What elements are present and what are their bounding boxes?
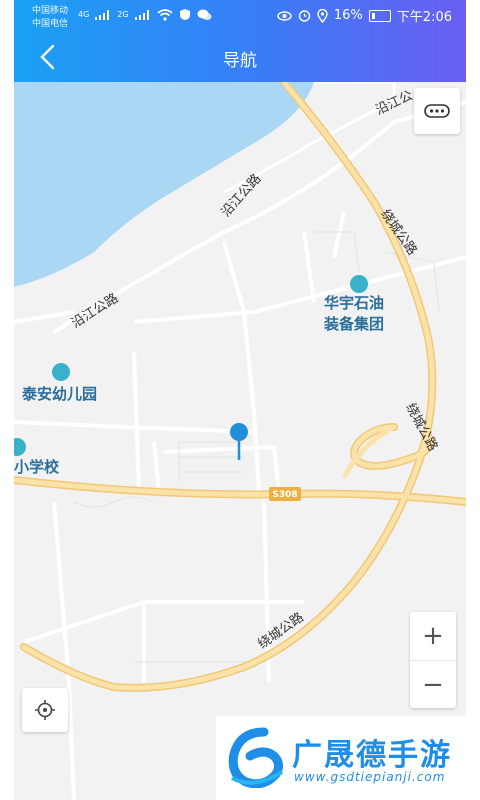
location-marker-head (230, 423, 248, 441)
gas-station-icon (350, 275, 368, 293)
zoom-out-button[interactable]: − (410, 661, 456, 709)
brand-name: 广晟德手游 (292, 738, 452, 773)
alarm-icon (298, 10, 311, 22)
more-icon (424, 104, 450, 118)
poi-huayu-line2: 装备集团 (324, 315, 385, 333)
shield-icon (179, 9, 190, 20)
s308-label: S308 (272, 490, 298, 500)
signal-icons: 4G 2G (78, 8, 212, 21)
brand-watermark: 广晟德手游 www.gsdtiepianji.com (216, 716, 480, 800)
battery-percent: 16% (333, 8, 363, 23)
more-button[interactable] (414, 88, 460, 134)
zoom-in-button[interactable]: + (410, 612, 456, 661)
wifi-icon (157, 8, 173, 21)
eye-icon (277, 10, 292, 21)
signal-icon (95, 9, 111, 20)
brand-url: www.gsdtiepianji.com (294, 770, 446, 784)
carrier-2: 中国电信 (32, 19, 69, 29)
location-icon (317, 8, 328, 23)
locate-button[interactable] (22, 688, 68, 732)
status-right: 16% 下午2:06 (277, 6, 452, 25)
poi-huayu-line1: 华宇石油 (324, 294, 385, 312)
carrier-1: 中国移动 (32, 6, 69, 16)
school-icon (52, 363, 70, 381)
poi-school: 小学校 (14, 458, 60, 476)
net1-label: 4G (78, 10, 90, 19)
map-view[interactable]: S308 华宇石油 装备集团 泰安幼儿园 小学校 沿江公路 沿江公路 沿江公 绕… (14, 82, 466, 800)
clock: 下午2:06 (396, 10, 452, 25)
brand-logo-icon (228, 727, 284, 788)
chat-icon (197, 9, 212, 20)
net2-label: 2G (117, 10, 129, 19)
poi-kindergarten: 泰安幼儿园 (22, 385, 98, 403)
page-title: 导航 (223, 51, 257, 71)
screen: 中国移动 中国电信 4G 2G 16% 下午2:06 导航 S308 华宇石油 … (14, 0, 466, 800)
signal-icon-2 (134, 9, 151, 20)
battery-icon (368, 9, 391, 22)
crosshair-icon (35, 700, 55, 720)
title-bar: 导航 (14, 32, 466, 82)
zoom-control: + − (410, 612, 456, 708)
top-bar: 中国移动 中国电信 4G 2G 16% 下午2:06 导航 (14, 0, 466, 82)
status-bar: 中国移动 中国电信 4G 2G 16% 下午2:06 (14, 0, 466, 30)
